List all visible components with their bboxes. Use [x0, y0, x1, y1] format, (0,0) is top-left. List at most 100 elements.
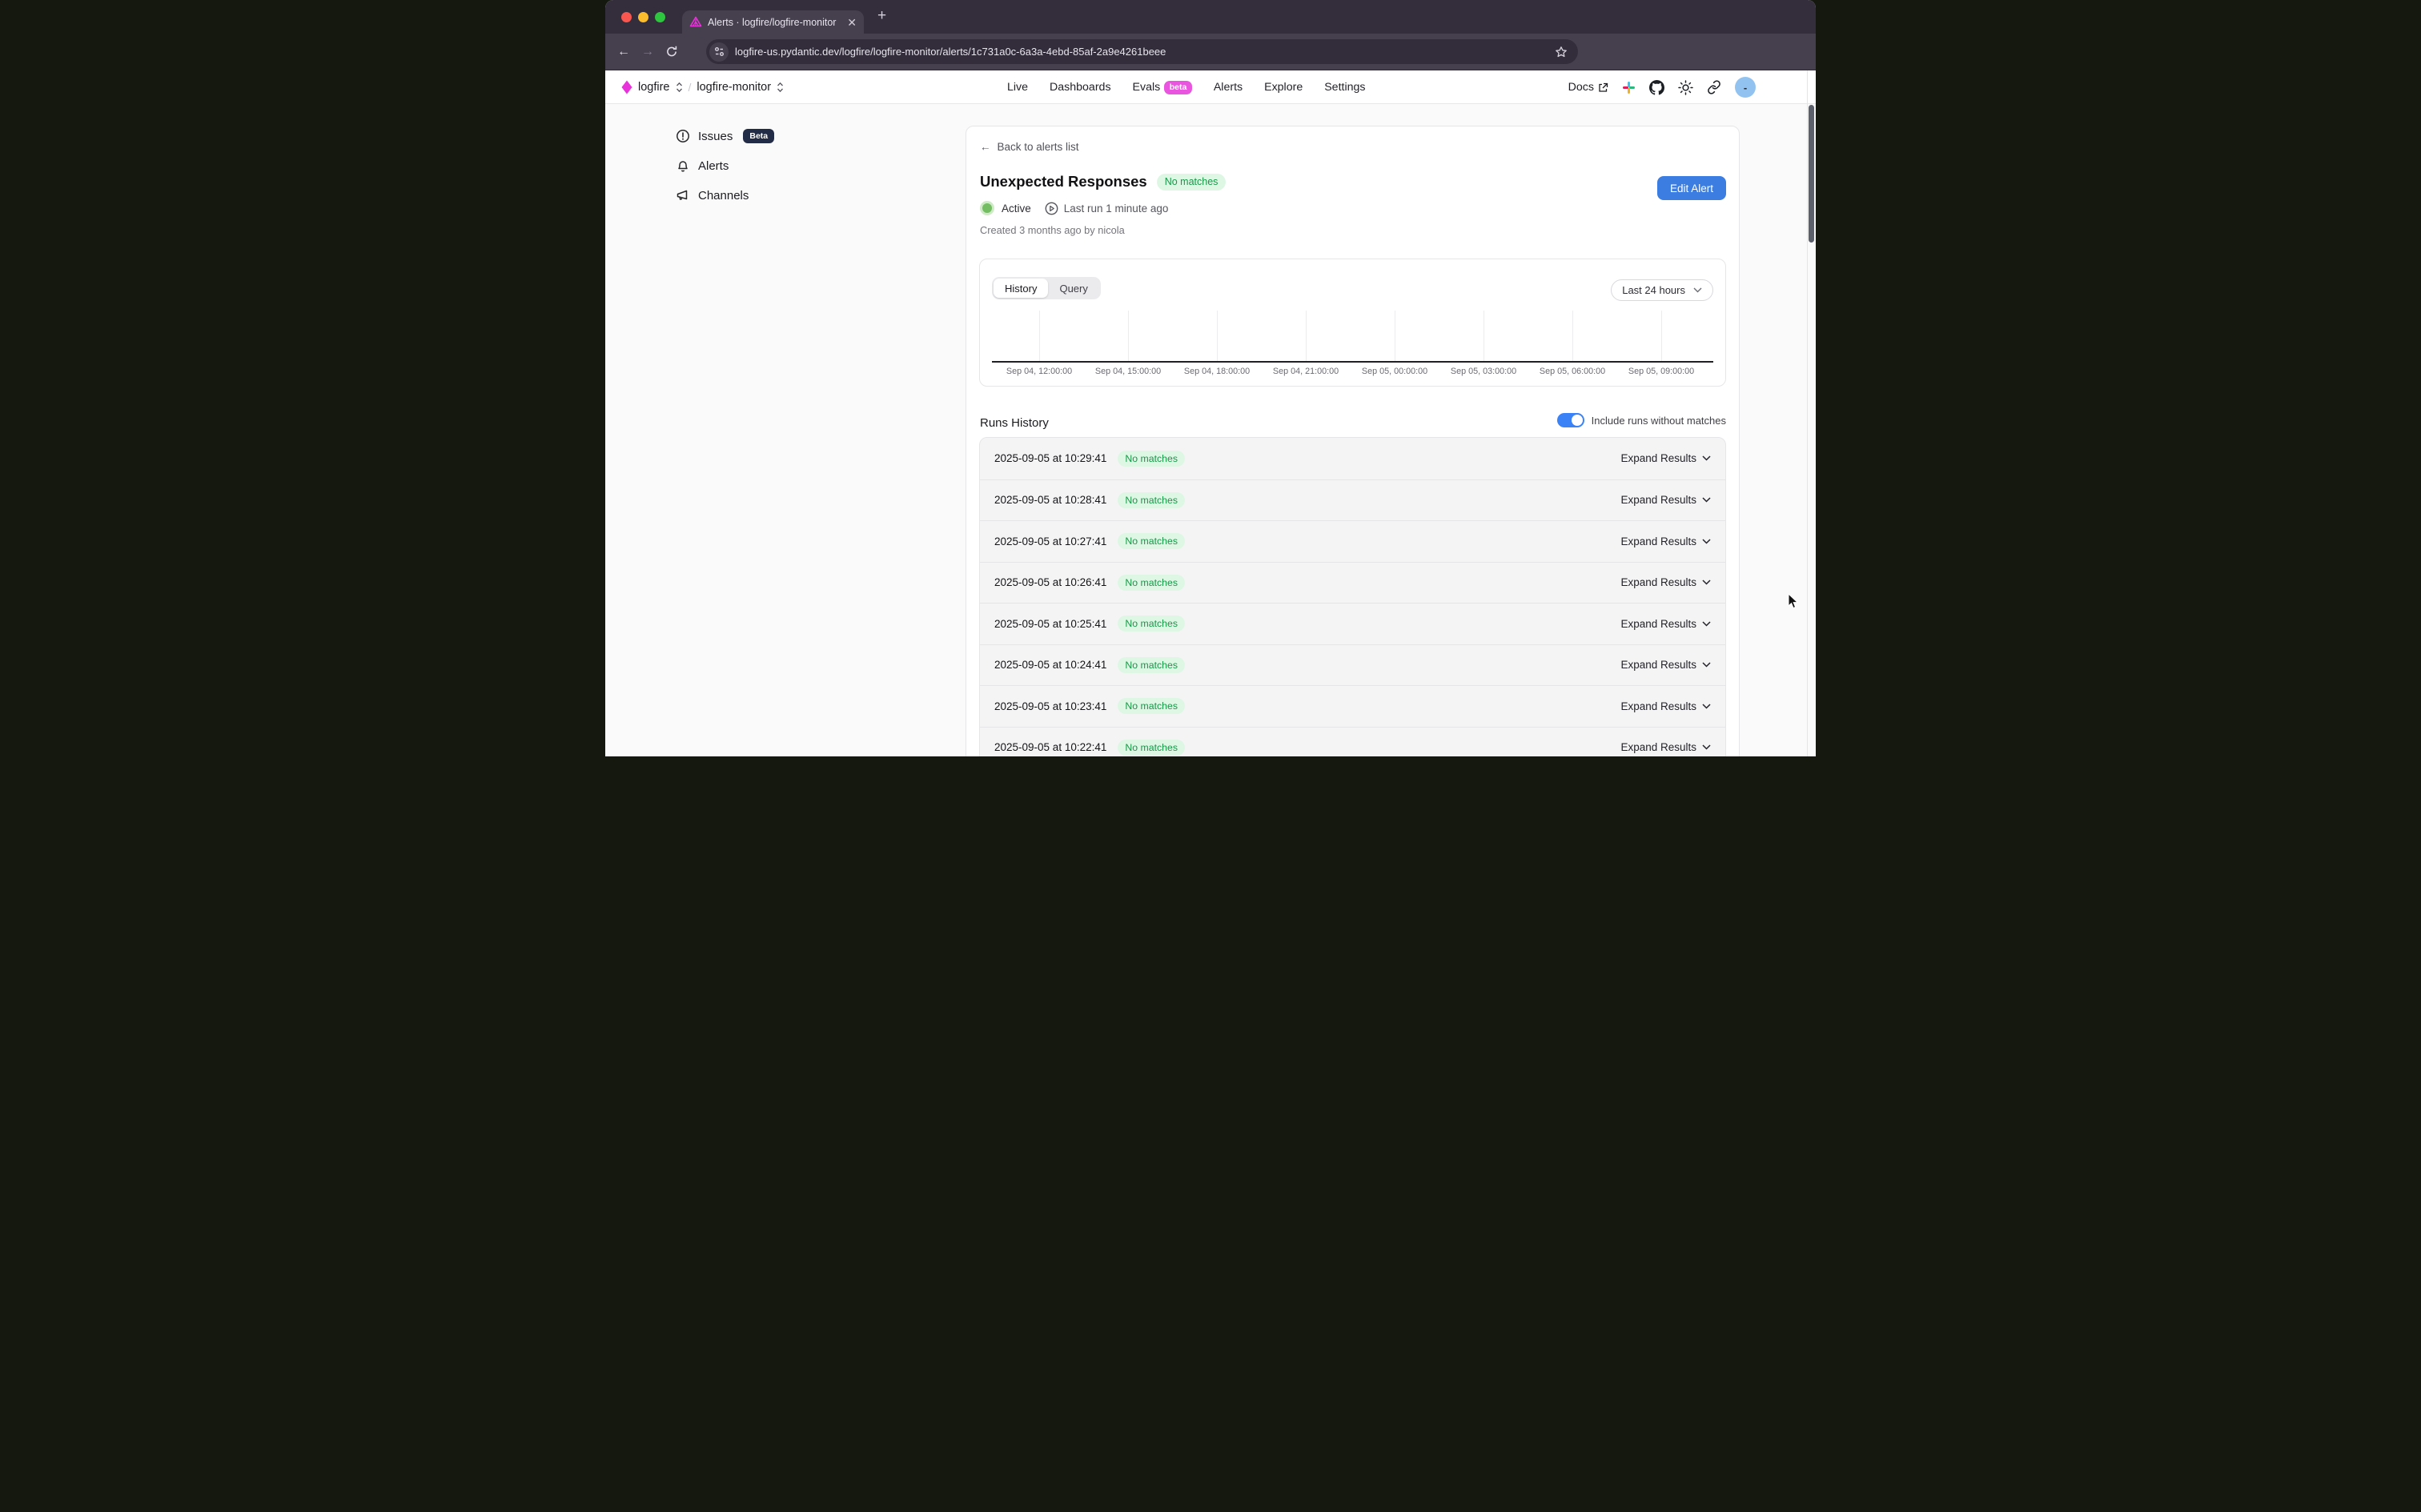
chevron-updown-icon[interactable]: [777, 82, 784, 93]
close-window-button[interactable]: [621, 12, 632, 22]
page-scrollbar-thumb[interactable]: [1809, 105, 1814, 243]
bell-icon: [676, 158, 690, 173]
expand-results-button[interactable]: Expand Results: [1620, 659, 1711, 671]
expand-results-button[interactable]: Expand Results: [1620, 535, 1711, 547]
back-icon[interactable]: ←: [612, 45, 636, 59]
address-bar[interactable]: logfire-us.pydantic.dev/logfire/logfire-…: [706, 39, 1578, 64]
expand-results-button[interactable]: Expand Results: [1620, 452, 1711, 464]
logfire-favicon: [689, 16, 702, 29]
alert-title: Unexpected Responses: [980, 173, 1147, 191]
nav-evals[interactable]: Evals beta: [1133, 81, 1192, 94]
run-timestamp: 2025-09-05 at 10:29:41: [994, 452, 1106, 464]
sidebar-item-channels[interactable]: Channels: [676, 186, 774, 205]
run-row: 2025-09-05 at 10:23:41No matchesExpand R…: [980, 685, 1725, 727]
nav-alerts[interactable]: Alerts: [1214, 81, 1243, 94]
github-icon[interactable]: [1649, 80, 1664, 95]
browser-tab[interactable]: Alerts · logfire/logfire-monitor ✕: [682, 10, 864, 34]
docs-link[interactable]: Docs: [1568, 81, 1608, 94]
active-status-dot: [980, 201, 994, 215]
page-scrollbar-track[interactable]: [1807, 70, 1808, 756]
zoom-window-button[interactable]: [655, 12, 665, 22]
minimize-window-button[interactable]: [638, 12, 648, 22]
site-settings-icon[interactable]: [709, 42, 729, 62]
nav-live[interactable]: Live: [1007, 81, 1028, 94]
external-link-icon: [1598, 82, 1608, 93]
window-controls: [621, 12, 665, 22]
new-tab-button[interactable]: +: [877, 7, 886, 25]
include-runs-toggle[interactable]: [1557, 413, 1584, 427]
reload-icon[interactable]: [660, 45, 684, 58]
history-chart-plot: [992, 311, 1713, 363]
share-link-icon[interactable]: [1707, 80, 1721, 94]
run-timestamp: 2025-09-05 at 10:22:41: [994, 741, 1106, 753]
tab-history[interactable]: History: [994, 279, 1048, 298]
tab-close-icon[interactable]: ✕: [847, 17, 857, 28]
nav-dashboards[interactable]: Dashboards: [1050, 81, 1111, 94]
slack-icon[interactable]: [1622, 81, 1636, 94]
forward-icon[interactable]: →: [636, 45, 660, 59]
runs-list: 2025-09-05 at 10:29:41 No matches Expand R…: [979, 437, 1726, 756]
no-matches-badge: No matches: [1118, 451, 1185, 467]
org-selector[interactable]: logfire: [638, 81, 670, 94]
expand-results-button[interactable]: Expand Results: [1620, 700, 1711, 712]
created-by-label: Created 3 months ago by nicola: [980, 224, 1125, 236]
chart-gridline: [1217, 311, 1218, 361]
browser-window: Alerts · logfire/logfire-monitor ✕ + ← →…: [605, 0, 1816, 756]
chart-tick-label: Sep 04, 21:00:00: [1258, 367, 1354, 376]
logfire-logo: [621, 80, 632, 94]
run-timestamp: 2025-09-05 at 10:25:41: [994, 618, 1106, 630]
run-timestamp: 2025-09-05 at 10:28:41: [994, 494, 1106, 506]
breadcrumb-separator: /: [689, 81, 692, 94]
back-to-alerts-link[interactable]: ← Back to alerts list: [980, 141, 1079, 153]
chevron-down-icon: [1702, 580, 1711, 585]
back-arrow-icon: ←: [980, 141, 991, 153]
chart-tick-label: Sep 04, 12:00:00: [991, 367, 1087, 376]
last-run-label: Last run 1 minute ago: [1064, 203, 1169, 215]
run-row: 2025-09-05 at 10:22:41 No matches Expand R…: [980, 727, 1725, 757]
browser-toolbar: ← → logfire-us.pydantic.dev/logfire/logf…: [605, 34, 1816, 70]
history-query-tabs: History Query: [992, 277, 1101, 299]
sidebar-item-issues[interactable]: Issues Beta: [676, 126, 774, 146]
project-selector[interactable]: logfire-monitor: [697, 81, 771, 94]
no-matches-badge: No matches: [1118, 740, 1185, 756]
chart-tick-label: Sep 05, 00:00:00: [1347, 367, 1443, 376]
chart-tick-label: Sep 04, 15:00:00: [1080, 367, 1176, 376]
expand-results-button[interactable]: Expand Results: [1620, 494, 1711, 506]
nav-explore[interactable]: Explore: [1264, 81, 1303, 94]
run-row: 2025-09-05 at 10:26:41 No matches Expand R…: [980, 562, 1725, 604]
issues-beta-badge: Beta: [743, 129, 774, 143]
chevron-updown-icon[interactable]: [676, 82, 683, 93]
theme-sun-icon[interactable]: [1678, 80, 1693, 95]
run-timestamp: 2025-09-05 at 10:23:41: [994, 700, 1106, 712]
user-avatar[interactable]: -: [1735, 77, 1756, 98]
run-timestamp: 2025-09-05 at 10:26:41: [994, 576, 1106, 588]
header-actions: Docs: [1568, 70, 1756, 104]
run-row: 2025-09-05 at 10:24:41 No matches Expand R…: [980, 644, 1725, 686]
tab-query[interactable]: Query: [1048, 279, 1098, 298]
nav-settings[interactable]: Settings: [1324, 81, 1365, 94]
no-matches-badge: No matches: [1118, 492, 1185, 508]
history-chart-ticks: Sep 04, 12:00:00Sep 04, 15:00:00 Sep 04, …: [980, 367, 1725, 379]
bookmark-star-icon[interactable]: [1555, 46, 1568, 58]
chevron-down-icon: [1702, 662, 1711, 668]
chart-tick-label: Sep 05, 06:00:00: [1524, 367, 1620, 376]
no-matches-badge: No matches: [1118, 533, 1185, 549]
chart-gridline: [1306, 311, 1307, 361]
play-circle-icon: [1045, 202, 1058, 215]
time-range-select[interactable]: Last 24 hours: [1611, 279, 1713, 301]
sidebar-item-alerts[interactable]: Alerts: [676, 156, 774, 175]
sidebar: Issues Beta Alerts Channels: [676, 126, 774, 205]
expand-results-button[interactable]: Expand Results: [1620, 576, 1711, 588]
edit-alert-button[interactable]: Edit Alert: [1657, 176, 1726, 200]
chart-gridline: [1661, 311, 1662, 361]
run-timestamp: 2025-09-05 at 10:24:41: [994, 659, 1106, 671]
status-label: Active: [1002, 203, 1031, 215]
no-matches-badge: No matches: [1118, 616, 1185, 632]
no-matches-badge: No matches: [1118, 575, 1185, 591]
chevron-down-icon: [1702, 704, 1711, 709]
url-text: logfire-us.pydantic.dev/logfire/logfire-…: [735, 46, 1555, 58]
expand-results-button[interactable]: Expand Results: [1620, 741, 1711, 753]
chevron-down-icon: [1702, 455, 1711, 461]
no-matches-badge: No matches: [1118, 657, 1185, 673]
expand-results-button[interactable]: Expand Results: [1620, 618, 1711, 630]
